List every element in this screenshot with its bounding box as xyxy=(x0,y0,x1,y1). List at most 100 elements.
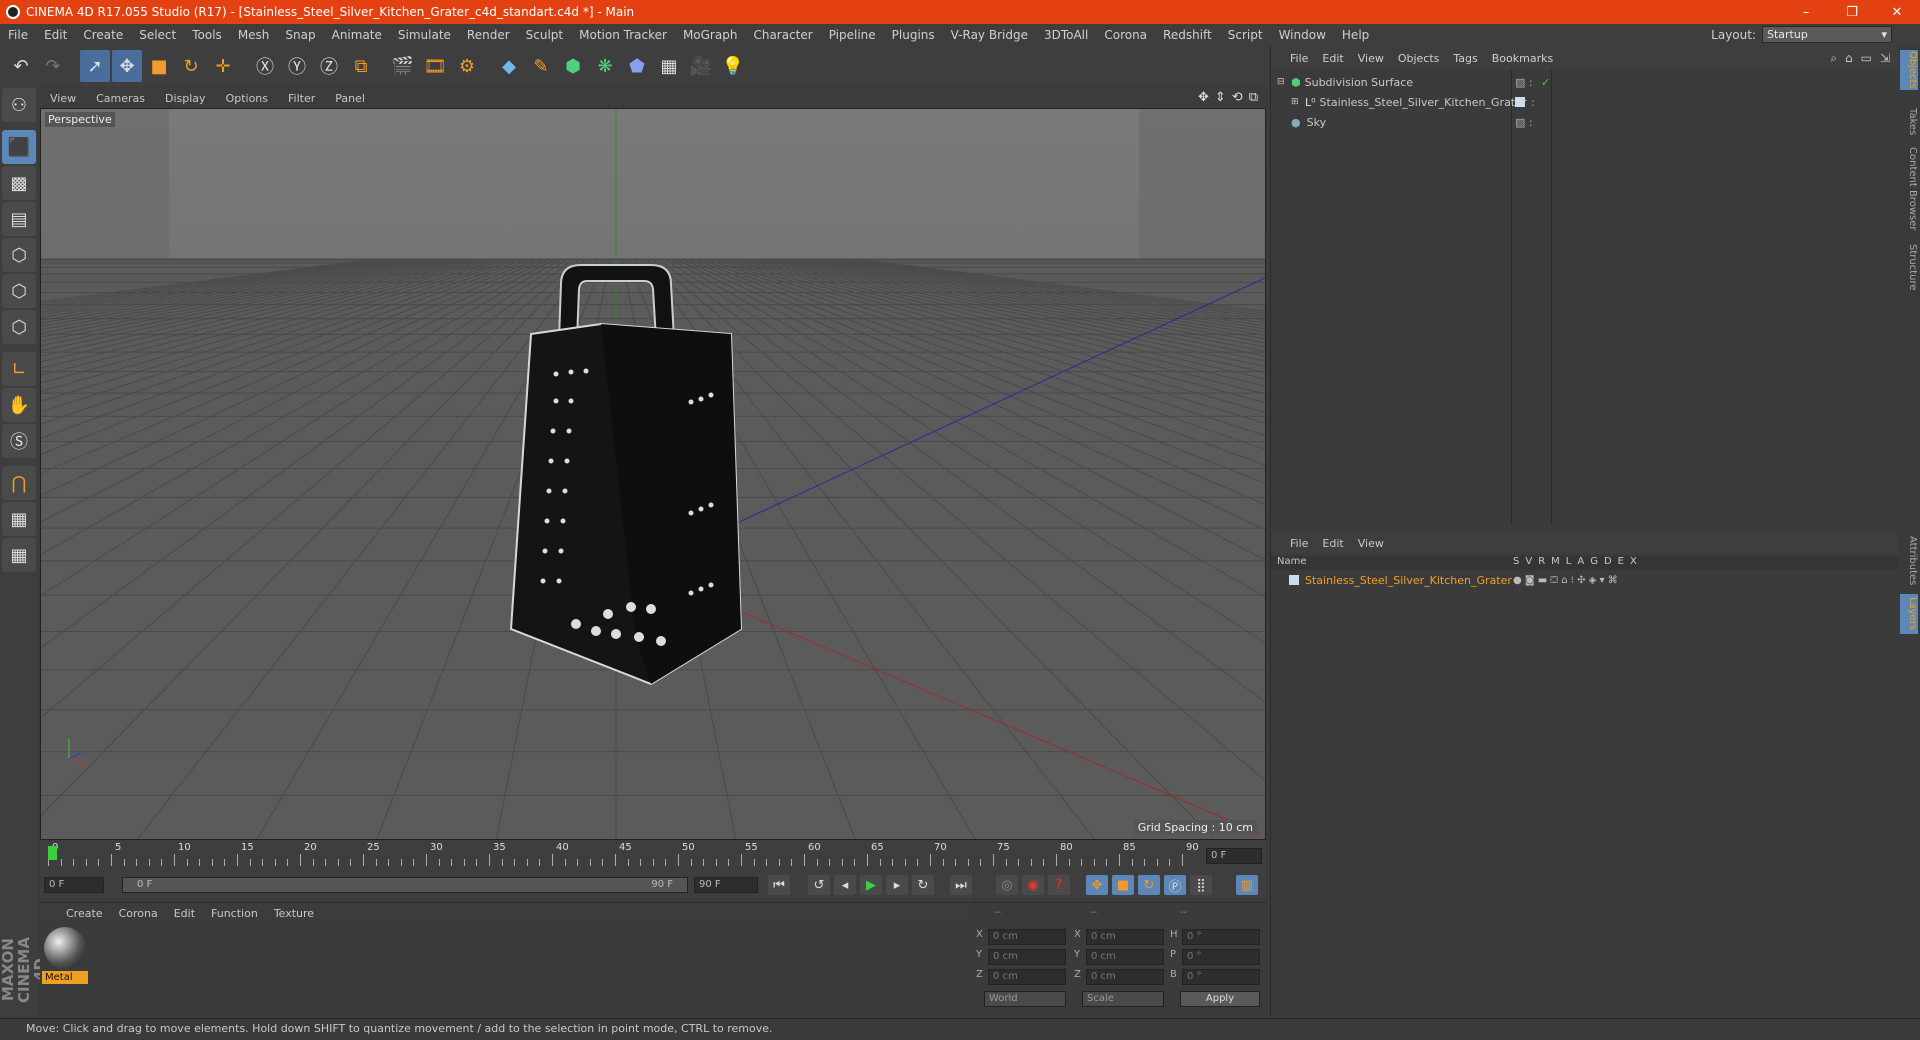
coord-value-field[interactable]: 0 ° xyxy=(1182,969,1260,985)
layer-color-swatch[interactable] xyxy=(1289,575,1299,585)
material-menu-texture[interactable]: Texture xyxy=(266,907,322,920)
menu-vray-bridge[interactable]: V-Ray Bridge xyxy=(943,28,1036,42)
object-menu-bookmarks[interactable]: Bookmarks xyxy=(1485,52,1560,65)
menu-window[interactable]: Window xyxy=(1271,28,1334,42)
render-settings-icon[interactable]: ⚙ xyxy=(452,50,482,82)
menu-redshift[interactable]: Redshift xyxy=(1155,28,1220,42)
tab-attributes[interactable]: Attributes xyxy=(1900,534,1918,588)
points-mode-icon[interactable]: ⬡ xyxy=(2,238,36,272)
key-pla-icon[interactable]: ⣿ xyxy=(1190,875,1212,895)
tab-objects[interactable]: Objects xyxy=(1900,50,1918,90)
x-axis-lock-icon[interactable]: Ⓧ xyxy=(250,50,280,82)
menu-file[interactable]: File xyxy=(0,28,36,42)
tab-content-browser[interactable]: Content Browser xyxy=(1900,146,1918,232)
menu-edit[interactable]: Edit xyxy=(36,28,75,42)
visibility-dots-icon[interactable]: ▨ : xyxy=(1515,116,1533,129)
undo-icon[interactable]: ↶ xyxy=(6,50,36,82)
layer-name[interactable]: Stainless_Steel_Silver_Kitchen_Grater xyxy=(1305,574,1512,587)
coord-value-field[interactable]: 0 cm xyxy=(1086,949,1164,965)
visibility-dots-icon[interactable]: ▨ : xyxy=(1515,76,1533,89)
menu-render[interactable]: Render xyxy=(459,28,518,42)
layer-menu-edit[interactable]: Edit xyxy=(1315,537,1350,550)
object-name[interactable]: Sky xyxy=(1307,116,1326,129)
tweak-mode-icon[interactable]: ✋ xyxy=(2,388,36,422)
object-menu-view[interactable]: View xyxy=(1351,52,1391,65)
render-view-icon[interactable]: 🎬 xyxy=(388,50,418,82)
object-name[interactable]: Subdivision Surface xyxy=(1305,76,1413,89)
record-keys-icon[interactable]: ◎ xyxy=(996,875,1018,895)
tab-structure[interactable]: Structure xyxy=(1900,242,1918,292)
layer-column-header[interactable]: A xyxy=(1577,556,1584,567)
layer-column-header[interactable]: E xyxy=(1618,556,1624,567)
next-frame-icon[interactable]: ▸ xyxy=(886,875,908,895)
z-axis-lock-icon[interactable]: Ⓩ xyxy=(314,50,344,82)
layer-column-header[interactable]: L xyxy=(1566,556,1572,567)
coord-system-dropdown[interactable]: World xyxy=(984,991,1066,1007)
viewport-menu-cameras[interactable]: Cameras xyxy=(86,92,155,105)
object-menu-objects[interactable]: Objects xyxy=(1391,52,1447,65)
new-window-icon[interactable]: ▭ xyxy=(1861,51,1872,66)
layer-column-header[interactable]: G xyxy=(1590,556,1598,567)
layer-column-header[interactable]: D xyxy=(1604,556,1612,567)
object-row-sky[interactable]: ● Sky ▨ : xyxy=(1271,112,1899,132)
layer-column-header[interactable]: X xyxy=(1630,556,1637,567)
select-arrow-icon[interactable]: ➚ xyxy=(80,50,110,82)
key-scale-icon[interactable]: ■ xyxy=(1112,875,1134,895)
layer-color-swatch[interactable] xyxy=(1515,97,1525,107)
tab-takes[interactable]: Takes xyxy=(1900,102,1918,142)
cloner-icon[interactable]: ❋ xyxy=(590,50,620,82)
range-slider[interactable]: 0 F 90 F xyxy=(122,877,688,893)
layer-column-header[interactable]: M xyxy=(1551,556,1560,567)
menu-character[interactable]: Character xyxy=(745,28,820,42)
close-icon[interactable]: ✕ xyxy=(1874,0,1920,24)
layer-column-header[interactable]: S xyxy=(1513,556,1519,567)
make-editable-icon[interactable]: ⚇ xyxy=(2,88,36,122)
maximize-view-icon[interactable]: ⧉ xyxy=(1249,90,1258,105)
expand-icon[interactable]: ⊞ xyxy=(1291,97,1301,107)
material-menu-create[interactable]: Create xyxy=(58,907,111,920)
layout-dropdown[interactable]: Startup xyxy=(1762,26,1892,43)
material-menu-function[interactable]: Function xyxy=(203,907,266,920)
menu-script[interactable]: Script xyxy=(1220,28,1271,42)
transform-tool-icon[interactable]: ✛ xyxy=(208,50,238,82)
layer-column-header[interactable]: V xyxy=(1525,556,1532,567)
key-position-icon[interactable]: ✥ xyxy=(1086,875,1108,895)
workplane-align-icon[interactable]: ▦ xyxy=(2,538,36,572)
menu-pipeline[interactable]: Pipeline xyxy=(821,28,884,42)
viewport-menu-view[interactable]: View xyxy=(40,92,86,105)
restore-icon[interactable]: ❐ xyxy=(1829,0,1875,24)
viewport-menu-options[interactable]: Options xyxy=(216,92,278,105)
texture-mode-icon[interactable]: ▩ xyxy=(2,166,36,200)
axis-mode-icon[interactable]: ∟ xyxy=(2,352,36,386)
menu-snap[interactable]: Snap xyxy=(277,28,323,42)
object-name[interactable]: Stainless_Steel_Silver_Kitchen_Grater xyxy=(1320,96,1527,109)
key-parameter-icon[interactable]: Ⓟ xyxy=(1164,875,1186,895)
object-menu-edit[interactable]: Edit xyxy=(1315,52,1350,65)
deformer-icon[interactable]: ⬟ xyxy=(622,50,652,82)
menu-sculpt[interactable]: Sculpt xyxy=(518,28,571,42)
next-key-icon[interactable]: ↻ xyxy=(912,875,934,895)
layer-flag-icons[interactable]: ● ◙ ▬ ⛋ ⌂ ⁝ ✣ ◈ ▾ ⌘ xyxy=(1513,575,1618,586)
coord-value-field[interactable]: 0 cm xyxy=(1086,929,1164,945)
search-icon[interactable]: ⌕ xyxy=(1830,51,1837,66)
workplane-lock-icon[interactable]: ▦ xyxy=(2,502,36,536)
layer-row[interactable]: Stainless_Steel_Silver_Kitchen_Grater ● … xyxy=(1271,572,1899,588)
coord-value-field[interactable]: 0 ° xyxy=(1182,929,1260,945)
rotate-tool-icon[interactable]: ↻ xyxy=(176,50,206,82)
apply-button[interactable]: Apply xyxy=(1180,991,1260,1007)
menu-tools[interactable]: Tools xyxy=(184,28,230,42)
snap-icon[interactable]: Ⓢ xyxy=(2,424,36,458)
menu-mograph[interactable]: MoGraph xyxy=(675,28,746,42)
orbit-view-icon[interactable]: ⟲ xyxy=(1232,90,1243,105)
layer-menu-file[interactable]: File xyxy=(1283,537,1315,550)
goto-start-icon[interactable]: ⏮ xyxy=(768,875,790,895)
scale-tool-icon[interactable]: ■ xyxy=(144,50,174,82)
keyframe-selection-icon[interactable]: ? xyxy=(1048,875,1070,895)
model-mode-icon[interactable]: ⬛ xyxy=(2,130,36,164)
coord-value-field[interactable]: 0 cm xyxy=(988,969,1066,985)
timeline-window-icon[interactable]: ▥ xyxy=(1236,875,1258,895)
viewport-camera-label[interactable]: Perspective xyxy=(45,112,115,127)
3d-viewport[interactable]: Perspective Grid Spacing : 10 cm xyxy=(40,108,1266,840)
object-row-subdivision[interactable]: ⊟ ⬢ Subdivision Surface ▨ : ✓ xyxy=(1271,72,1899,92)
menu-help[interactable]: Help xyxy=(1334,28,1377,42)
